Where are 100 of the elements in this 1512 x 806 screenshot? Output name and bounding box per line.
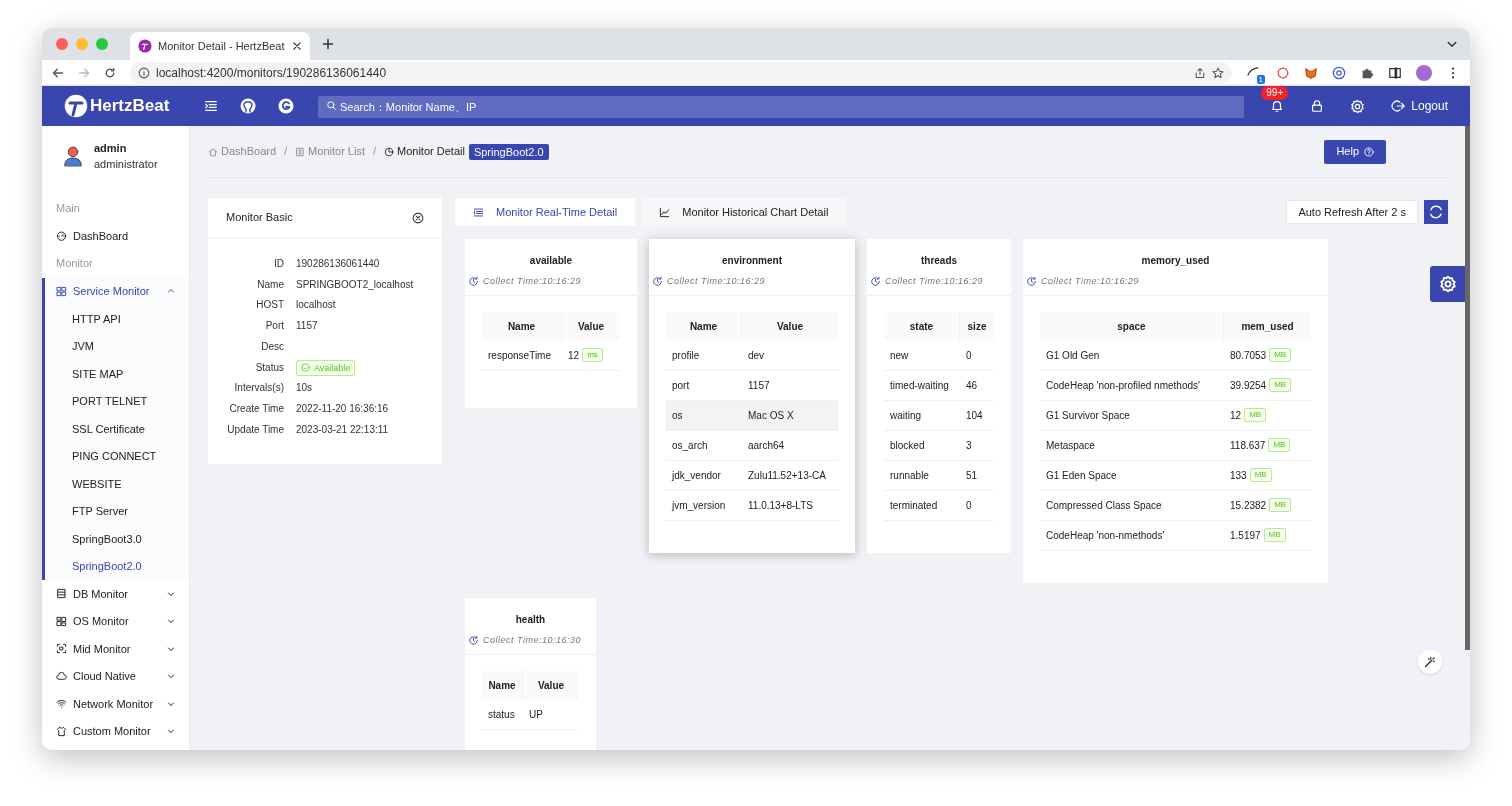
sidebar-section-title: Monitor (55, 256, 94, 272)
field-value: localhost (296, 298, 336, 313)
sidebar-item[interactable]: DashBoard (45, 222, 189, 250)
g-logo-icon[interactable] (278, 98, 294, 114)
sidebar-item[interactable]: Network Monitor (45, 690, 189, 718)
building-icon (295, 146, 306, 157)
share-icon[interactable] (1194, 66, 1206, 79)
avatar-icon[interactable] (1416, 64, 1432, 81)
refresh-icon[interactable] (1424, 200, 1448, 224)
field-label: Create Time (228, 401, 284, 416)
collect-time: Collect Time:10:16:29 (870, 275, 1008, 289)
sidebar-subitem[interactable]: FTP Server (45, 497, 189, 525)
sidebar-subitem[interactable]: PING CONNECT (45, 442, 189, 470)
card-title: Monitor Basic (226, 210, 293, 226)
cloud-icon (56, 670, 67, 682)
table-cell-text: 1.5197 (1230, 528, 1261, 543)
table-cell-text: status (488, 707, 515, 722)
settings-icon[interactable] (1350, 98, 1366, 114)
pie-chart-icon (384, 146, 395, 157)
table-cell-text: responseTime (488, 348, 551, 363)
menu-icon[interactable] (204, 99, 218, 113)
reload-icon[interactable] (104, 66, 116, 79)
sidebar-section-title: Main (55, 200, 81, 216)
field-label: Name (256, 277, 284, 292)
column-header: Name (666, 311, 742, 341)
sidebar-item[interactable]: OS Monitor (45, 607, 189, 635)
table-cell-text: 118.637 (1230, 438, 1266, 453)
field-label: Desc (260, 339, 284, 354)
chevron-down-icon (167, 672, 175, 681)
clock-icon (1026, 276, 1037, 288)
sidebar-item[interactable]: Service Monitor (45, 277, 189, 305)
table-cell-text: 133 (1230, 468, 1247, 483)
field-value: 1157 (296, 319, 318, 334)
user-name: admin (94, 141, 128, 156)
unit-tag: MB (1269, 378, 1292, 392)
table-cell-text: dev (748, 348, 765, 363)
address-bar[interactable]: localhost:4200/monitors/190286136061440 (130, 61, 1232, 84)
chevron-down-icon (167, 617, 175, 626)
search-field[interactable]: Search：Monitor Name、IP (318, 96, 1245, 118)
clock-icon (468, 276, 479, 288)
browser-tab[interactable]: Monitor Detail - HertzBeat (130, 32, 310, 60)
lock-icon[interactable] (1310, 99, 1325, 113)
card-title: health (514, 613, 547, 627)
table-cell-text: waiting (890, 408, 922, 423)
settings-icon[interactable] (1430, 266, 1466, 302)
sidebar-item[interactable]: Custom Monitor (45, 717, 189, 745)
table-cell-text: port (672, 378, 690, 393)
field-value: 2022-11-20 16:36:16 (296, 401, 389, 416)
field-label: Port (264, 319, 284, 334)
sidebar-subitem[interactable]: PORT TELNET (45, 387, 189, 415)
table-cell-text: 12 (568, 348, 580, 363)
column-header: state (884, 311, 960, 341)
field-value: 2023-03-21 22:13:11 (296, 422, 389, 437)
table-cell-text: 1157 (748, 378, 770, 393)
sidebar-subitem[interactable]: WEBSITE (45, 470, 189, 498)
star-icon[interactable] (1212, 66, 1224, 79)
close-icon[interactable] (292, 41, 302, 51)
logout-icon (1391, 99, 1406, 113)
magic-wand-icon (1424, 656, 1436, 668)
table-cell-text: G1 Survivor Space (1046, 408, 1130, 423)
spinner-icon[interactable] (1276, 65, 1290, 80)
column-header: size (966, 319, 988, 334)
table-cell-text: Metaspace (1046, 438, 1095, 453)
logout-button[interactable]: Logout (1391, 97, 1448, 115)
fox-icon[interactable] (1304, 65, 1318, 80)
table-cell-text: os (672, 408, 683, 423)
detail-tab[interactable]: Monitor Historical Chart Detail (641, 198, 847, 226)
sidebar-subitem[interactable]: SpringBoot3.0 (45, 525, 189, 553)
unit-tag: MB (1249, 468, 1272, 482)
sidebar-item[interactable]: DB Monitor (45, 580, 189, 608)
close-circle-icon[interactable] (412, 211, 424, 224)
unit-tag: MB (1269, 498, 1292, 512)
table-cell-text: 15.2382 (1230, 498, 1267, 513)
scrollbar-thumb[interactable] (1465, 126, 1470, 650)
collect-time: Collect Time:10:16:29 (1026, 275, 1325, 289)
detail-tab[interactable]: Monitor Real-Time Detail (455, 198, 636, 226)
bell-icon[interactable] (1270, 99, 1285, 113)
table-cell-text: CodeHeap 'non-nmethods' (1046, 528, 1165, 543)
back-icon[interactable] (52, 66, 64, 79)
table-cell-text: runnable (890, 468, 929, 483)
field-value: SPRINGBOOT2_localhost (296, 277, 414, 292)
help-button[interactable]: Help (1324, 139, 1386, 164)
sidebar-subitem[interactable]: SITE MAP (45, 360, 189, 388)
sidebar-item[interactable]: Cloud Native (45, 662, 189, 690)
sidebar-toggle-icon[interactable] (1388, 65, 1402, 80)
table-cell-text: 12 (1230, 408, 1242, 423)
sidebar-subitem[interactable]: SSL Certificate (45, 415, 189, 443)
sidebar-subitem[interactable]: HTTP API (45, 305, 189, 333)
help-icon (1364, 146, 1374, 157)
table-cell-text: 46 (966, 378, 978, 393)
breadcrumb-separator: / (284, 144, 288, 160)
sidebar-subitem[interactable]: SpringBoot2.0 (45, 552, 189, 580)
new-tab-icon[interactable] (322, 38, 334, 50)
tab-title: Monitor Detail - HertzBeat (158, 38, 286, 54)
sidebar-item[interactable]: Mid Monitor (45, 635, 189, 663)
table-cell-text: 11.0.13+8-LTS (748, 498, 813, 513)
column-header: Value (576, 319, 606, 334)
unit-tag: ms (582, 348, 603, 362)
sidebar-subitem[interactable]: JVM (45, 332, 189, 360)
chevron-down-icon (167, 589, 175, 598)
